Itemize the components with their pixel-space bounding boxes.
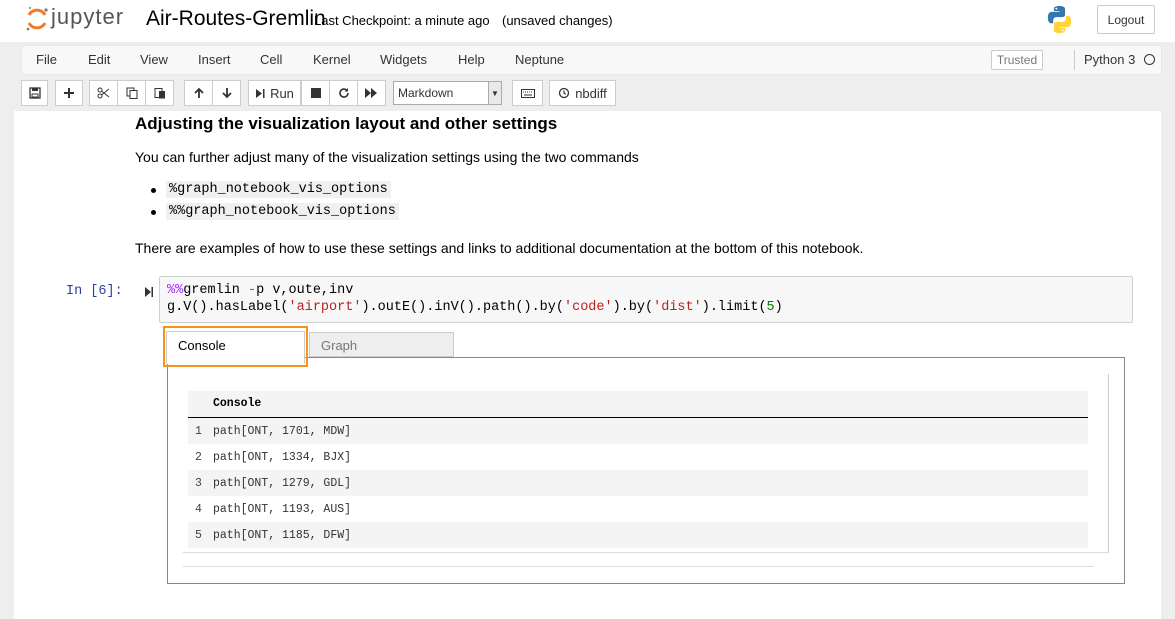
- arrow-down-icon: [221, 88, 232, 99]
- row-index: 2: [195, 451, 202, 464]
- code-text: g.V().hasLabel(: [167, 300, 289, 315]
- nbdiff-button[interactable]: nbdiff: [549, 80, 616, 106]
- trusted-indicator[interactable]: Trusted: [991, 50, 1043, 70]
- unsaved-status: (unsaved changes): [502, 13, 613, 28]
- menu-widgets[interactable]: Widgets: [380, 52, 427, 67]
- menu-edit[interactable]: Edit: [88, 52, 110, 67]
- menubar: File Edit View Insert Cell Kernel Widget…: [21, 45, 1162, 75]
- row-value: path[ONT, 1334, BJX]: [213, 451, 352, 464]
- fast-forward-icon: [365, 88, 377, 98]
- stop-icon: [310, 88, 321, 98]
- table-row: 3 path[ONT, 1279, GDL]: [188, 470, 1088, 496]
- table-row: 1 path[ONT, 1701, MDW]: [188, 418, 1088, 444]
- move-down-button[interactable]: [212, 80, 241, 106]
- paste-icon: [154, 88, 165, 99]
- row-value: path[ONT, 1701, MDW]: [213, 425, 352, 438]
- code-editor[interactable]: %%gremlin -p v,oute,inv g.V().hasLabel('…: [159, 276, 1133, 323]
- row-value: path[ONT, 1279, GDL]: [213, 477, 352, 490]
- table-row: 2 path[ONT, 1334, BJX]: [188, 444, 1088, 470]
- row-index: 4: [195, 503, 202, 516]
- row-index: 3: [195, 477, 202, 490]
- code-text: ).limit(: [701, 300, 767, 315]
- restart-icon: [338, 88, 349, 98]
- table-header: [188, 391, 1088, 418]
- scissors-icon: [97, 87, 110, 99]
- output-scroll-divider: [183, 566, 1094, 567]
- markdown-heading: Adjusting the visualization layout and o…: [135, 114, 558, 133]
- restart-button[interactable]: [329, 80, 358, 106]
- row-value: path[ONT, 1193, AUS]: [213, 503, 352, 516]
- code-text: ).by(: [612, 300, 654, 315]
- menu-insert[interactable]: Insert: [198, 52, 231, 67]
- cell-type-value: Markdown: [398, 86, 454, 100]
- cell-type-select[interactable]: Markdown ▼: [393, 81, 502, 105]
- markdown-outro: There are examples of how to use these s…: [135, 240, 864, 256]
- checkpoint-status: Last Checkpoint: a minute ago: [314, 13, 490, 28]
- cut-button[interactable]: [89, 80, 118, 106]
- code-text: ): [774, 300, 783, 315]
- bullet-dot: [151, 210, 156, 215]
- move-up-button[interactable]: [184, 80, 213, 106]
- menu-neptune[interactable]: Neptune: [515, 52, 564, 67]
- python-logo-icon: [1047, 5, 1072, 34]
- row-index: 5: [195, 529, 202, 542]
- interrupt-button[interactable]: [301, 80, 330, 106]
- run-button-label: Run: [270, 85, 294, 101]
- markdown-code-cell-vis-options: %%graph_notebook_vis_options: [166, 203, 399, 220]
- save-icon: [28, 87, 41, 99]
- kernel-name[interactable]: Python 3: [1084, 52, 1135, 67]
- step-forward-icon: [256, 88, 265, 98]
- arrow-up-icon: [193, 87, 204, 98]
- run-cell-icon[interactable]: [144, 286, 154, 298]
- tab-highlight-box: [163, 326, 308, 367]
- notebook-toolbar: Run Markdown ▼ nbdiff: [21, 80, 1162, 108]
- command-palette-button[interactable]: [512, 80, 543, 106]
- row-value: path[ONT, 1185, DFW]: [213, 529, 352, 542]
- notebook-title[interactable]: Air-Routes-Gremlin: [146, 7, 326, 31]
- kernel-divider: [1074, 50, 1075, 70]
- menu-view[interactable]: View: [140, 52, 168, 67]
- menu-kernel[interactable]: Kernel: [313, 52, 351, 67]
- code-text: ).outE().inV().path().by(: [361, 300, 564, 315]
- paste-button[interactable]: [145, 80, 174, 106]
- nbdiff-label: nbdiff: [575, 85, 607, 101]
- history-icon: [559, 87, 570, 99]
- code-text: gremlin: [183, 283, 249, 298]
- code-line-1: %%gremlin -p v,oute,inv: [167, 283, 353, 298]
- kernel-idle-icon: [1144, 54, 1155, 65]
- table-row: 5 path[ONT, 1185, DFW]: [188, 522, 1088, 548]
- copy-icon: [126, 87, 137, 99]
- copy-button[interactable]: [117, 80, 146, 106]
- code-string: 'dist': [653, 300, 702, 315]
- logout-button[interactable]: Logout: [1097, 5, 1155, 34]
- plus-icon: [64, 88, 74, 98]
- menu-cell[interactable]: Cell: [260, 52, 282, 67]
- keyboard-icon: [520, 88, 535, 98]
- tab-graph[interactable]: Graph: [309, 332, 454, 357]
- code-line-2: g.V().hasLabel('airport').outE().inV().p…: [167, 300, 783, 315]
- chevron-down-icon: ▼: [488, 82, 501, 104]
- code-text: p v,oute,inv: [256, 283, 354, 298]
- code-operator: -: [248, 283, 257, 298]
- menu-file[interactable]: File: [36, 52, 57, 67]
- restart-run-all-button[interactable]: [357, 80, 386, 106]
- notebook-header: jupyter Air-Routes-Gremlin Last Checkpoi…: [0, 0, 1175, 42]
- code-string: 'airport': [288, 300, 362, 315]
- code-number: 5: [766, 300, 775, 315]
- input-prompt: In [6]:: [66, 284, 123, 299]
- code-magic: %%: [167, 283, 184, 298]
- code-string: 'code': [564, 300, 613, 315]
- table-header-console: Console: [213, 397, 262, 410]
- markdown-code-vis-options: %graph_notebook_vis_options: [166, 181, 391, 198]
- insert-cell-button[interactable]: [55, 80, 83, 106]
- bullet-dot: [151, 188, 156, 193]
- menu-help[interactable]: Help: [458, 52, 485, 67]
- save-button[interactable]: [21, 80, 48, 106]
- run-button[interactable]: Run: [248, 80, 301, 106]
- jupyter-wordmark[interactable]: jupyter: [51, 4, 124, 30]
- table-row: 4 path[ONT, 1193, AUS]: [188, 496, 1088, 522]
- row-index: 1: [195, 425, 202, 438]
- markdown-intro: You can further adjust many of the visua…: [135, 149, 639, 165]
